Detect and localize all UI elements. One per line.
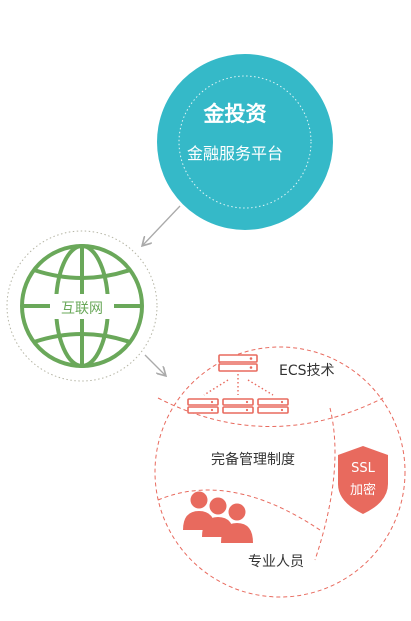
management-rules-label: 完备管理制度 xyxy=(211,452,295,468)
platform-title: 金投资 xyxy=(203,102,267,126)
platform-subtitle: 金融服务平台 xyxy=(186,144,283,163)
internet-label: 互联网 xyxy=(61,301,103,317)
ssl-label: SSL xyxy=(351,461,375,476)
encryption-label: 加密 xyxy=(349,483,376,498)
arrow-platform-to-internet xyxy=(143,205,181,245)
arrow-internet-to-security xyxy=(144,354,165,375)
ecs-label: ECS技术 xyxy=(279,363,335,379)
professional-staff-label: 专业人员 xyxy=(248,554,304,570)
